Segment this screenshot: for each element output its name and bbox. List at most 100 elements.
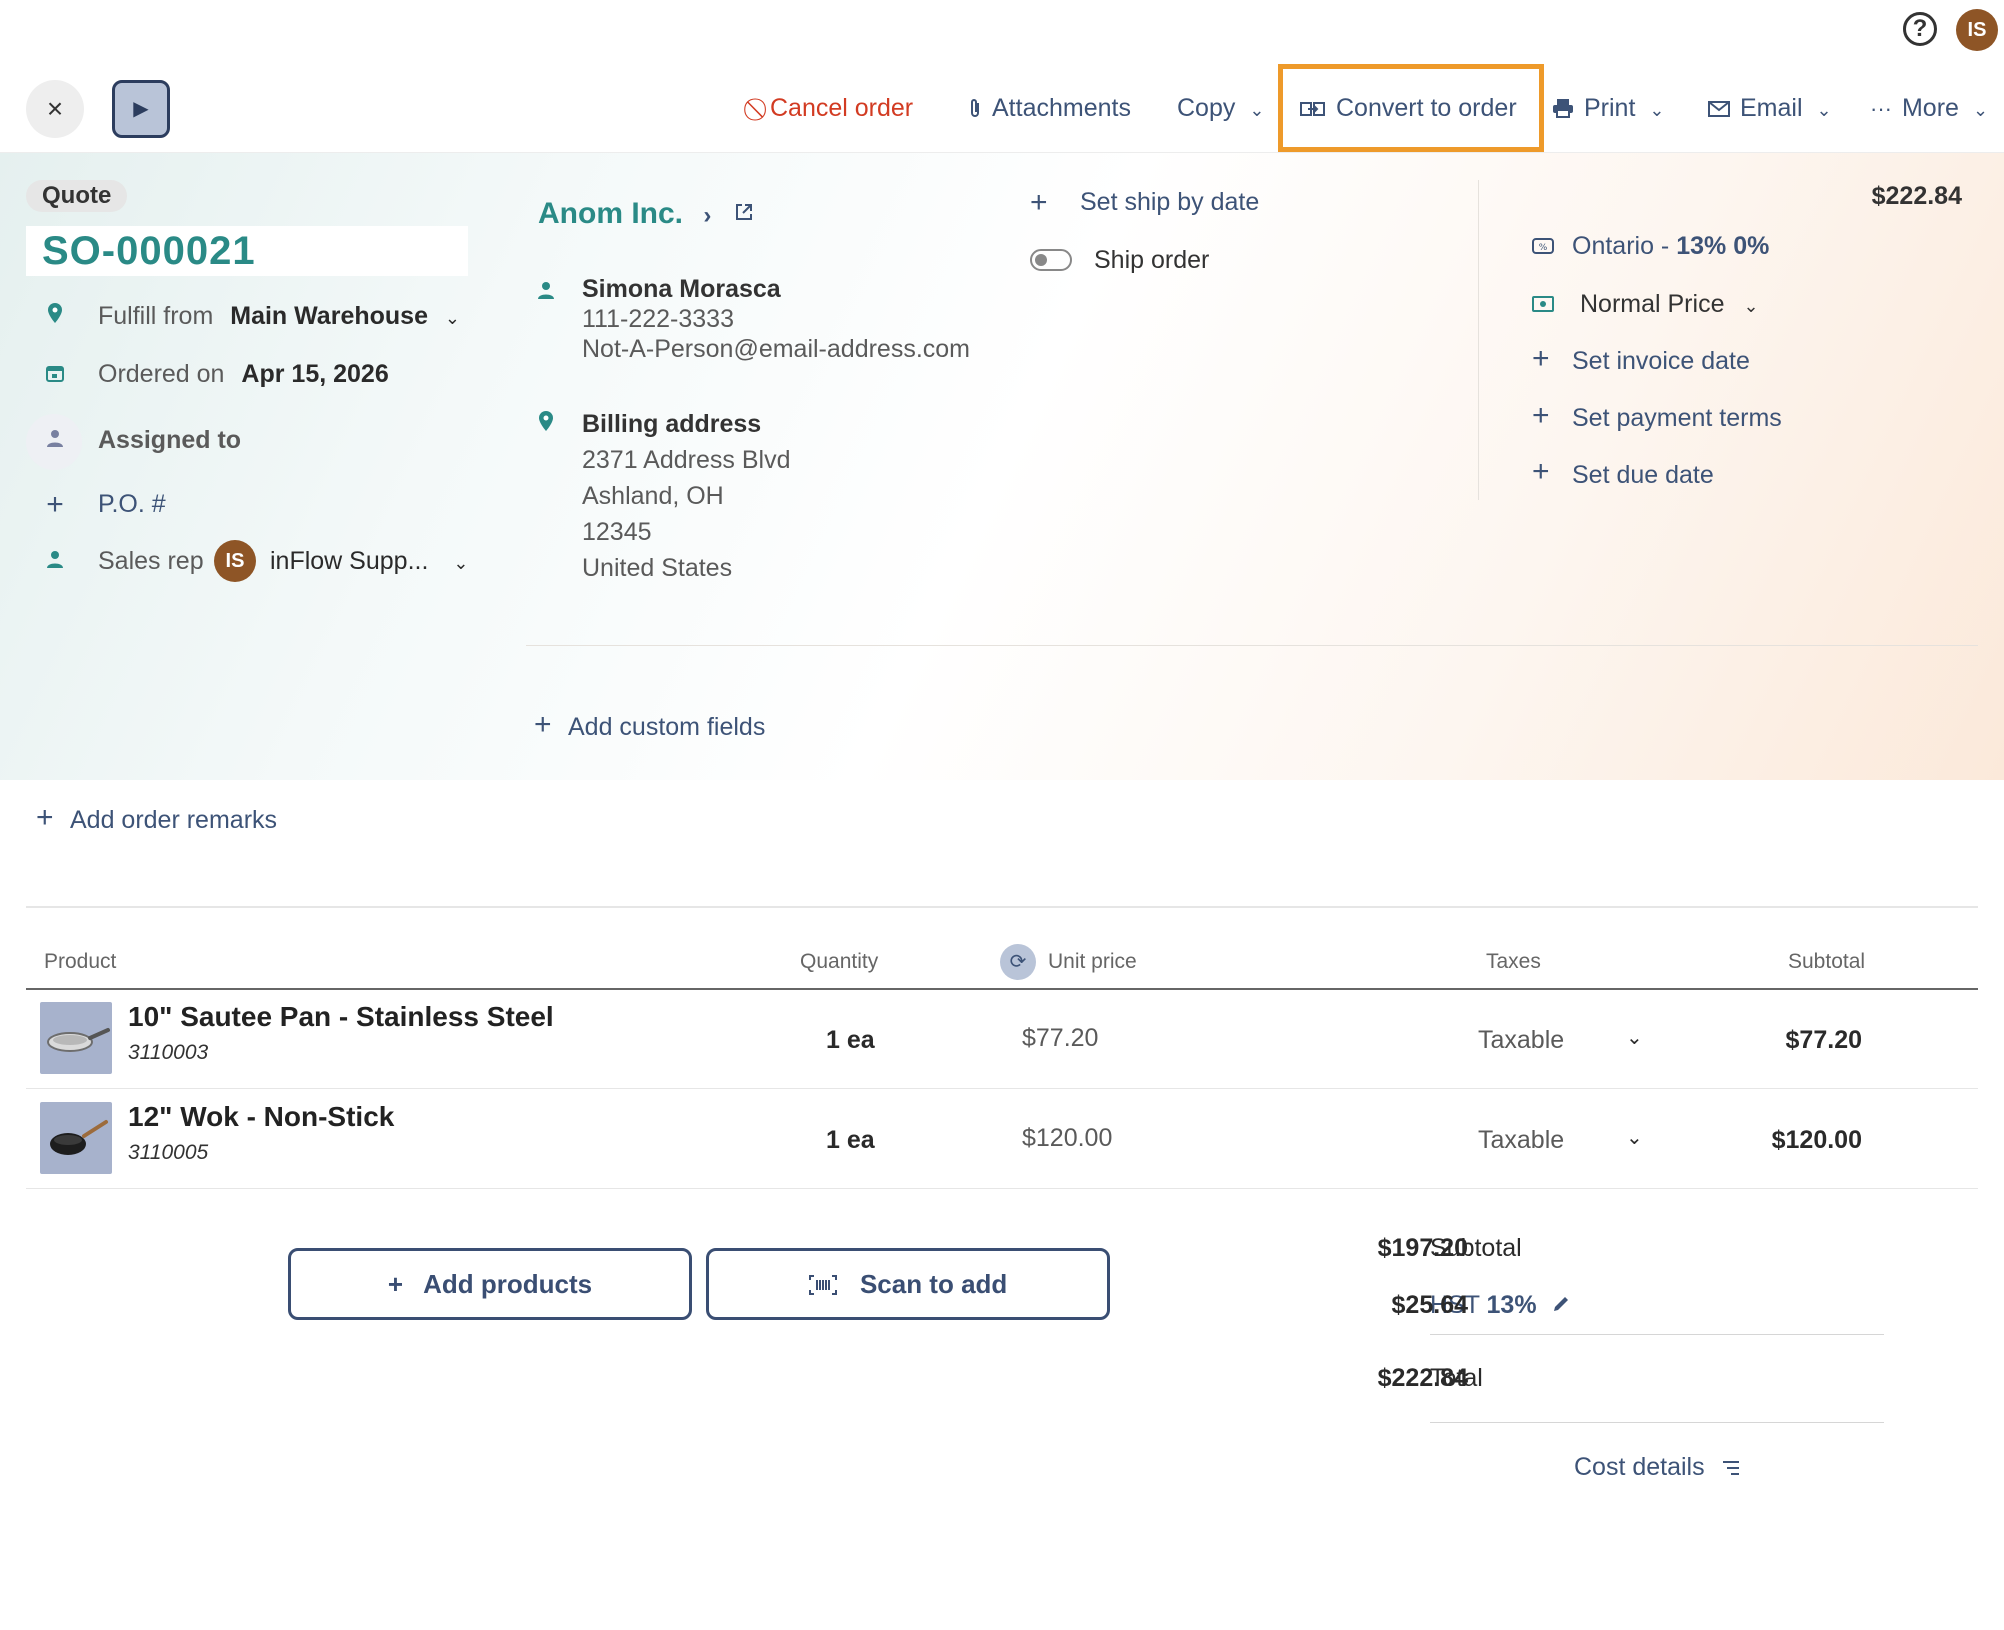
tax-rates: 13% 0% — [1676, 232, 1770, 260]
printer-icon — [1552, 93, 1574, 125]
plus-icon: + — [1030, 186, 1048, 219]
print-label: Print — [1584, 94, 1636, 122]
product-thumbnail — [40, 1102, 112, 1174]
address-line: United States — [582, 554, 733, 582]
column-header-quantity: Quantity — [800, 950, 879, 973]
contact-block: Simona Morasca 111-222-3333 Not-A-Person… — [582, 274, 970, 364]
product-thumbnail — [40, 1002, 112, 1074]
set-ship-by-date-button[interactable]: Set ship by date — [1080, 186, 1259, 218]
chevron-down-icon: ⌄ — [1743, 296, 1759, 316]
product-sku: 3110003 — [128, 1041, 209, 1064]
fulfill-from-dropdown[interactable]: Fulfill from Main Warehouse ⌄ — [98, 300, 460, 334]
ship-order-toggle[interactable] — [1030, 249, 1072, 271]
po-number-field[interactable]: P.O. # — [98, 488, 166, 520]
add-products-label: Add products — [423, 1269, 593, 1299]
divider — [26, 906, 1978, 908]
billing-address-block[interactable]: Billing address 2371 Address Blvd Ashlan… — [582, 406, 790, 586]
close-button[interactable]: × — [26, 80, 84, 138]
set-due-date-button[interactable]: Set due date — [1572, 459, 1714, 491]
set-invoice-date-button[interactable]: Set invoice date — [1572, 345, 1750, 377]
pricing-scheme: Normal Price — [1580, 290, 1725, 318]
address-line: Ashland, OH — [582, 482, 724, 510]
cost-details-button[interactable]: Cost details — [1574, 1451, 1740, 1483]
tax-tag-icon: % — [1532, 238, 1554, 259]
contact-name: Simona Morasca — [582, 275, 781, 303]
address-line: 12345 — [582, 518, 652, 546]
chevron-right-icon: › — [703, 202, 712, 229]
copy-dropdown[interactable]: Copy ⌄ — [1177, 92, 1264, 124]
add-custom-fields-button[interactable]: Add custom fields — [568, 711, 765, 743]
customer-name-link[interactable]: Anom Inc. › — [538, 196, 711, 234]
product-name[interactable]: 10" Sautee Pan - Stainless Steel — [128, 1000, 554, 1034]
quantity-cell[interactable]: 1 ea — [826, 1124, 875, 1156]
set-payment-terms-button[interactable]: Set payment terms — [1572, 402, 1782, 434]
tax-region-dropdown[interactable]: Ontario - 13% 0% — [1572, 230, 1769, 262]
chevron-down-icon: ⌄ — [444, 308, 461, 328]
close-icon: × — [46, 93, 64, 124]
tax-rate: 13% — [1486, 1291, 1537, 1319]
divider — [1430, 1422, 1884, 1423]
ordered-on-field[interactable]: Ordered on Apr 15, 2026 — [98, 358, 389, 390]
divider — [26, 1188, 1978, 1189]
plus-icon: + — [36, 801, 54, 834]
divider — [1478, 180, 1479, 500]
add-order-remarks-button[interactable]: Add order remarks — [70, 804, 277, 836]
calendar-icon — [42, 362, 68, 388]
sales-rep-value: inFlow Supp... — [270, 547, 429, 575]
copy-label: Copy — [1177, 94, 1236, 122]
barcode-icon — [808, 1269, 844, 1299]
contact-email: Not-A-Person@email-address.com — [582, 335, 971, 363]
play-button[interactable]: ▶ — [112, 80, 170, 138]
email-dropdown[interactable]: Email ⌄ — [1708, 92, 1832, 124]
quantity-cell[interactable]: 1 ea — [826, 1024, 875, 1056]
chevron-down-icon: ⌄ — [453, 553, 469, 573]
user-avatar[interactable]: IS — [1956, 9, 1998, 51]
ordered-on-label: Ordered on — [98, 360, 225, 388]
pricing-scheme-dropdown[interactable]: Normal Price ⌄ — [1580, 288, 1759, 322]
add-products-button[interactable]: + Add products — [288, 1248, 692, 1320]
plus-icon: + — [1532, 399, 1550, 432]
product-name[interactable]: 12" Wok - Non-Stick — [128, 1100, 394, 1134]
email-label: Email — [1740, 94, 1803, 122]
play-icon: ▶ — [133, 98, 149, 120]
chevron-down-icon[interactable]: ⌄ — [1626, 1122, 1643, 1154]
assigned-to-label: Assigned to — [98, 426, 242, 454]
order-number[interactable]: SO-000021 — [26, 226, 468, 276]
external-link-icon[interactable] — [734, 202, 754, 227]
tax-value: $25.64 — [1391, 1291, 1468, 1319]
ellipsis-icon: ··· — [1870, 96, 1892, 121]
column-header-subtotal: Subtotal — [1788, 950, 1866, 973]
cancel-order-label: Cancel order — [770, 94, 914, 122]
billing-pin-icon — [538, 410, 554, 437]
chevron-down-icon: ⌄ — [1816, 100, 1832, 120]
location-pin-icon — [42, 302, 68, 330]
unit-price-cell[interactable]: $120.00 — [1022, 1122, 1112, 1154]
taxes-cell[interactable]: Taxable — [1478, 1124, 1564, 1156]
ordered-on-value: Apr 15, 2026 — [241, 360, 389, 388]
contact-phone: 111-222-3333 — [582, 305, 734, 333]
plus-icon: + — [1532, 342, 1550, 375]
svg-text:%: % — [1539, 243, 1548, 253]
sales-rep-dropdown[interactable]: inFlow Supp... ⌄ — [270, 545, 468, 579]
more-dropdown[interactable]: ··· More ⌄ — [1870, 92, 1988, 124]
scan-to-add-label: Scan to add — [859, 1269, 1008, 1299]
refresh-price-icon[interactable]: ⟳ — [1000, 944, 1036, 980]
attachments-button[interactable]: Attachments — [968, 92, 1131, 124]
pencil-icon[interactable] — [1552, 1291, 1570, 1319]
taxes-cell[interactable]: Taxable — [1478, 1024, 1564, 1056]
more-label: More — [1901, 94, 1959, 122]
unit-price-cell[interactable]: $77.20 — [1022, 1022, 1098, 1054]
chevron-down-icon[interactable]: ⌄ — [1626, 1022, 1643, 1054]
column-header-unit-price: Unit price — [1048, 950, 1137, 973]
scan-to-add-button[interactable]: Scan to add — [706, 1248, 1110, 1320]
fulfill-from-label: Fulfill from — [98, 302, 214, 330]
assigned-to-field[interactable]: Assigned to — [98, 424, 241, 456]
sales-rep-label: Sales rep — [98, 547, 204, 575]
po-label: P.O. # — [98, 490, 166, 518]
plus-icon: + — [534, 708, 552, 741]
cancel-order-button[interactable]: ⃠Cancel order — [760, 92, 913, 124]
help-icon[interactable]: ? — [1903, 12, 1937, 46]
print-dropdown[interactable]: Print ⌄ — [1552, 92, 1665, 124]
sales-rep-avatar: IS — [214, 540, 256, 582]
tax-region: Ontario - — [1572, 232, 1670, 260]
